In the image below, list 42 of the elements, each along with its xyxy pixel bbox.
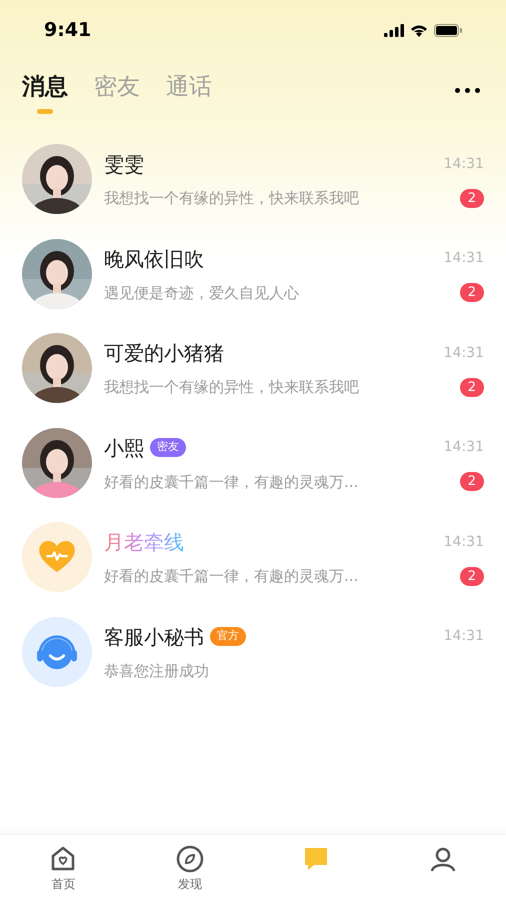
home-icon: [49, 845, 78, 873]
conversation-item[interactable]: 月老牵线 14:31 好看的皮囊千篇一律，有趣的灵魂万... 2: [0, 510, 506, 604]
tag: 官方: [210, 627, 246, 646]
message-time: 14:31: [444, 532, 484, 552]
message-preview: 我想找一个有缘的异性，快来联系我吧: [104, 377, 359, 398]
nav-tab[interactable]: 发现: [126, 835, 253, 900]
unread-badge: 2: [460, 472, 484, 492]
message-preview: 好看的皮囊千篇一律，有趣的灵魂万...: [104, 472, 358, 492]
contact-name: 小熙: [104, 434, 144, 462]
nav-tab[interactable]: 首页: [0, 835, 126, 900]
message-preview: 恭喜您注册成功: [104, 660, 209, 682]
wifi-icon: [410, 24, 428, 36]
tab[interactable]: 消息: [22, 70, 68, 110]
contact-name: 可爱的小猪猪: [104, 340, 224, 367]
message-time: 14:31: [444, 344, 484, 362]
contact-name: 雯雯: [104, 151, 144, 178]
signal-icon: [384, 24, 404, 36]
message-preview: 好看的皮囊千篇一律，有趣的灵魂万...: [104, 566, 358, 587]
message-preview: 遇见便是奇迹，爱久自见人心: [104, 282, 299, 304]
battery-icon: [434, 24, 462, 36]
contact-name: 晚风依旧吹: [104, 246, 204, 272]
compass-icon: [176, 845, 204, 873]
conversation-item[interactable]: 晚风依旧吹 14:31 遇见便是奇迹，爱久自见人心 2: [0, 226, 506, 321]
unread-badge: 2: [460, 283, 484, 302]
message-preview: 我想找一个有缘的异性，快来联系我吧: [104, 188, 359, 209]
person-icon: [428, 845, 457, 873]
message-time: 14:31: [444, 154, 484, 174]
tab-indicator: [37, 109, 53, 114]
tag: 密友: [150, 438, 186, 457]
contact-name: 客服小秘书: [104, 624, 204, 650]
unread-badge: 2: [460, 378, 484, 397]
conversation-item[interactable]: 小熙 密友 14:31 好看的皮囊千篇一律，有趣的灵魂万... 2: [0, 416, 506, 510]
conversation-item[interactable]: 雯雯 14:31 我想找一个有缘的异性，快来联系我吧 2: [0, 132, 506, 226]
message-time: 14:31: [444, 627, 484, 646]
conversation-item[interactable]: 可爱的小猪猪 14:31 我想找一个有缘的异性，快来联系我吧 2: [0, 321, 506, 416]
message-time: 14:31: [444, 438, 484, 457]
headset-icon: [36, 632, 78, 671]
unread-badge: 2: [460, 566, 484, 586]
status-time: 9:41: [44, 18, 92, 43]
heart-icon: [39, 541, 75, 574]
message-time: 14:31: [444, 249, 484, 268]
conversation-item[interactable]: 客服小秘书 官方 14:31 恭喜您注册成功: [0, 604, 506, 699]
